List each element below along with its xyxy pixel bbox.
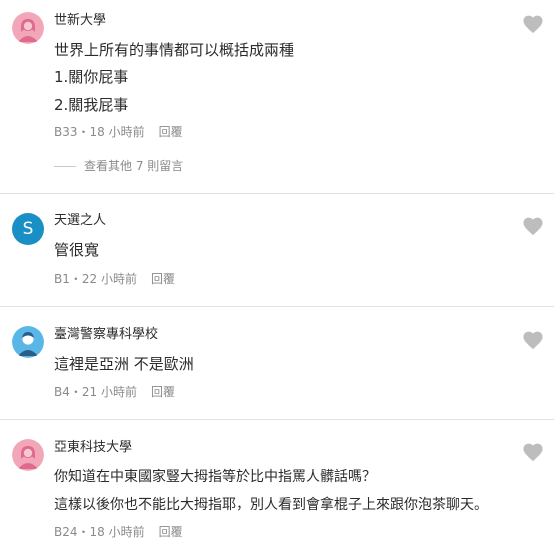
comment-text: 1.關你屁事 (54, 68, 129, 86)
comment-author[interactable]: 世新大學 (54, 13, 106, 29)
comment-meta: B1・22 小時前 回覆 (54, 271, 175, 287)
comment-time: 18 小時前 (89, 125, 145, 139)
avatar-letter: S (22, 219, 34, 239)
floor-number: B24 (54, 525, 78, 539)
comment-text: 2.關我屁事 (54, 96, 129, 114)
meta-separator: ・ (69, 272, 82, 286)
reply-button[interactable]: 回覆 (159, 125, 183, 139)
heart-icon[interactable] (522, 14, 544, 34)
comment-text: 你知道在中東國家豎大拇指等於比中指罵人髒話嗎？ (54, 469, 376, 485)
reply-button[interactable]: 回覆 (151, 272, 175, 286)
avatar-male-icon[interactable] (12, 326, 44, 358)
floor-number: B1 (54, 272, 70, 286)
comment-author[interactable]: 臺灣警察專科學校 (54, 327, 158, 343)
comment-text: 世界上所有的事情都可以概括成兩種 (54, 41, 295, 59)
comment-meta: B33・18 小時前 回覆 (54, 124, 183, 140)
reply-button[interactable]: 回覆 (151, 385, 175, 399)
view-more-replies-button[interactable]: 查看其他 7 則留言 (54, 158, 183, 174)
comment-time: 22 小時前 (81, 272, 137, 286)
avatar[interactable]: S (12, 213, 44, 245)
comment-author[interactable]: 天選之人 (54, 213, 106, 229)
comment-meta: B24・18 小時前 回覆 (54, 524, 183, 540)
heart-icon[interactable] (522, 216, 544, 236)
avatar-female-icon[interactable] (12, 439, 44, 471)
heart-icon[interactable] (522, 442, 544, 462)
comment-divider (0, 193, 554, 194)
comment-meta: B4・21 小時前 回覆 (54, 384, 175, 400)
comment-divider (0, 306, 554, 307)
dash-divider (54, 166, 76, 167)
floor-number: B33 (54, 125, 78, 139)
meta-separator: ・ (69, 385, 82, 399)
comment-time: 18 小時前 (89, 525, 145, 539)
comment-text: 這裡是亞洲 不是歐洲 (54, 355, 194, 373)
comment-text: 管很寬 (54, 241, 100, 259)
avatar-female-icon[interactable] (12, 12, 44, 44)
heart-icon[interactable] (522, 330, 544, 350)
meta-separator: ・ (77, 525, 90, 539)
view-more-replies-label: 查看其他 7 則留言 (84, 159, 184, 173)
comment-divider (0, 419, 554, 420)
comment-text: 這樣以後你也不能比大拇指耶，別人看到會拿棍子上來跟你泡茶聊天。 (54, 497, 488, 513)
reply-button[interactable]: 回覆 (159, 525, 183, 539)
floor-number: B4 (54, 385, 70, 399)
comment-author[interactable]: 亞東科技大學 (54, 440, 132, 456)
comment-time: 21 小時前 (81, 385, 137, 399)
meta-separator: ・ (77, 125, 90, 139)
